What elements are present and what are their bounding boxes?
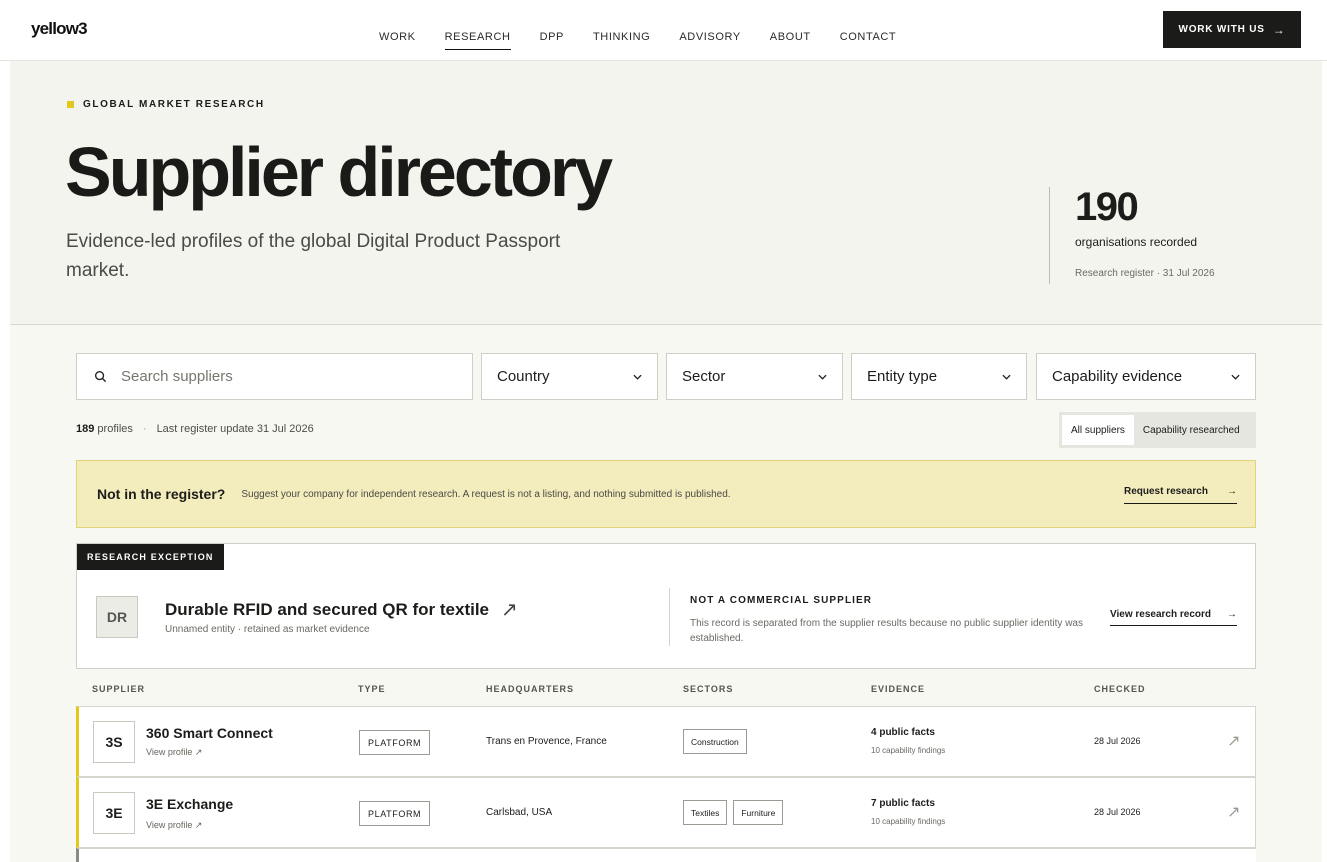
request-research-banner: Not in the register? Suggest your compan…: [76, 460, 1256, 528]
page-lead: Evidence-led profiles of the global Digi…: [66, 231, 561, 281]
nav-advisory[interactable]: ADVISORY: [679, 31, 740, 50]
top-navigation-bar: yellow3 WORK RESEARCH DPP THINKING ADVIS…: [0, 0, 1327, 61]
table-row[interactable]: [76, 848, 1256, 862]
table-header: SUPPLIER TYPE HEADQUARTERS SECTORS EVIDE…: [0, 684, 1327, 696]
nav-work[interactable]: WORK: [379, 31, 416, 50]
external-link-icon: ↗: [501, 599, 518, 621]
checked-date: 28 Jul 2026: [1094, 736, 1141, 746]
column-header-headquarters[interactable]: HEADQUARTERS: [486, 684, 574, 694]
banner-title: Not in the register?: [97, 486, 226, 502]
arrow-right-icon: →: [1227, 486, 1237, 497]
external-link-icon[interactable]: ↗: [1227, 802, 1240, 822]
avatar: DR: [96, 596, 138, 638]
sector-chip: Textiles: [683, 800, 728, 825]
request-research-link[interactable]: Request research →: [1124, 486, 1237, 504]
nav-contact[interactable]: CONTACT: [840, 31, 897, 50]
research-exception-tag: RESEARCH EXCEPTION: [77, 544, 224, 570]
cta-label: WORK WITH US: [1178, 24, 1265, 35]
country-select-label: Country: [497, 368, 550, 385]
capability-findings: 10 capability findings: [871, 746, 946, 755]
toggle-capability-researched[interactable]: Capability researched: [1134, 415, 1249, 445]
toggle-all-suppliers[interactable]: All suppliers: [1062, 415, 1134, 445]
sector-chips: Textiles Furniture: [683, 800, 784, 825]
view-profile-link[interactable]: View profile ↗: [146, 820, 202, 831]
stat-label: organisations recorded: [1075, 235, 1198, 249]
column-header-checked[interactable]: CHECKED: [1094, 684, 1146, 694]
exception-subtitle: Unnamed entity · retained as market evid…: [165, 624, 370, 635]
entity-type-select[interactable]: Entity type: [851, 353, 1027, 400]
main-nav: WORK RESEARCH DPP THINKING ADVISORY ABOU…: [379, 31, 925, 50]
entity-type-select-label: Entity type: [867, 368, 938, 385]
square-marker-icon: [67, 101, 74, 108]
arrow-right-icon: →: [1272, 22, 1286, 37]
organisations-stat: 190 organisations recorded Research regi…: [1049, 187, 1215, 284]
sector-select-label: Sector: [682, 368, 726, 385]
notice-description: This record is separated from the suppli…: [690, 618, 1083, 644]
supplier-filter-toggle: All suppliers Capability researched: [1059, 412, 1256, 448]
last-update: Last register update 31 Jul 2026: [156, 423, 314, 435]
checked-date: 28 Jul 2026: [1094, 807, 1141, 817]
banner-description: Suggest your company for independent res…: [241, 488, 731, 500]
column-header-evidence[interactable]: EVIDENCE: [871, 684, 925, 694]
sector-chip: Furniture: [733, 800, 784, 825]
headquarters: Carlsbad, USA: [486, 807, 553, 818]
search-icon: [94, 370, 107, 383]
request-research-label: Request research: [1124, 486, 1208, 497]
type-badge: PLATFORM: [359, 730, 431, 755]
supplier-name[interactable]: 3E Exchange: [146, 796, 233, 812]
result-count: 189 profiles: [76, 423, 133, 435]
public-facts: 4 public facts: [871, 727, 935, 738]
country-select[interactable]: Country: [481, 353, 658, 400]
stat-value: 190: [1075, 185, 1139, 229]
search-field[interactable]: [76, 353, 473, 400]
public-facts: 7 public facts: [871, 798, 935, 809]
capability-evidence-select[interactable]: Capability evidence: [1036, 353, 1256, 400]
research-exception-card: RESEARCH EXCEPTION DR Durable RFID and s…: [76, 543, 1256, 669]
column-header-supplier[interactable]: SUPPLIER: [92, 684, 145, 694]
chevron-down-icon: [1231, 374, 1240, 380]
nav-dpp[interactable]: DPP: [540, 31, 564, 50]
table-row[interactable]: 3E 3E Exchange View profile ↗ PLATFORM C…: [76, 777, 1256, 848]
avatar: 3E: [93, 792, 135, 834]
result-count-value: 189: [76, 423, 95, 435]
view-profile-link[interactable]: View profile ↗: [146, 747, 202, 758]
eyebrow: GLOBAL MARKET RESEARCH: [67, 99, 265, 110]
nav-research[interactable]: RESEARCH: [444, 31, 511, 50]
type-badge: PLATFORM: [359, 801, 431, 826]
supplier-name[interactable]: 360 Smart Connect: [146, 725, 273, 741]
stat-sub: Research register · 31 Jul 2026: [1075, 268, 1215, 279]
meta-separator: ·: [142, 423, 147, 435]
column-header-sectors[interactable]: SECTORS: [683, 684, 733, 694]
sector-select[interactable]: Sector: [666, 353, 843, 400]
headquarters: Trans en Provence, France: [486, 736, 607, 747]
nav-about[interactable]: ABOUT: [770, 31, 811, 50]
exception-name-text: Durable RFID and secured QR for textile: [165, 599, 490, 619]
chevron-down-icon: [818, 374, 827, 380]
page-title: Supplier directory: [65, 133, 613, 211]
divider: [669, 588, 670, 646]
results-meta: 189 profiles · Last register update 31 J…: [76, 423, 314, 435]
work-with-us-button[interactable]: WORK WITH US →: [1163, 11, 1301, 48]
hero-section: GLOBAL MARKET RESEARCH Supplier director…: [10, 61, 1322, 325]
result-count-label: profiles: [97, 423, 133, 435]
arrow-right-icon: →: [1227, 609, 1237, 620]
sector-chips: Construction: [683, 729, 747, 754]
column-header-type[interactable]: TYPE: [358, 684, 386, 694]
capability-select-label: Capability evidence: [1052, 368, 1183, 385]
chevron-down-icon: [633, 374, 642, 380]
table-row[interactable]: 3S 360 Smart Connect View profile ↗ PLAT…: [76, 706, 1256, 777]
sector-chip: Construction: [683, 729, 747, 754]
nav-thinking[interactable]: THINKING: [593, 31, 650, 50]
search-input[interactable]: [121, 368, 421, 385]
capability-findings: 10 capability findings: [871, 817, 946, 826]
notice-title: NOT A COMMERCIAL SUPPLIER: [690, 595, 873, 606]
external-link-icon[interactable]: ↗: [1227, 731, 1240, 751]
exception-name[interactable]: Durable RFID and secured QR for textile …: [165, 597, 518, 622]
view-research-record-label: View research record: [1110, 609, 1211, 620]
chevron-down-icon: [1002, 374, 1011, 380]
avatar: 3S: [93, 721, 135, 763]
logo[interactable]: yellow3: [31, 19, 88, 39]
view-research-record-link[interactable]: View research record →: [1110, 609, 1237, 626]
eyebrow-text: GLOBAL MARKET RESEARCH: [83, 99, 265, 110]
